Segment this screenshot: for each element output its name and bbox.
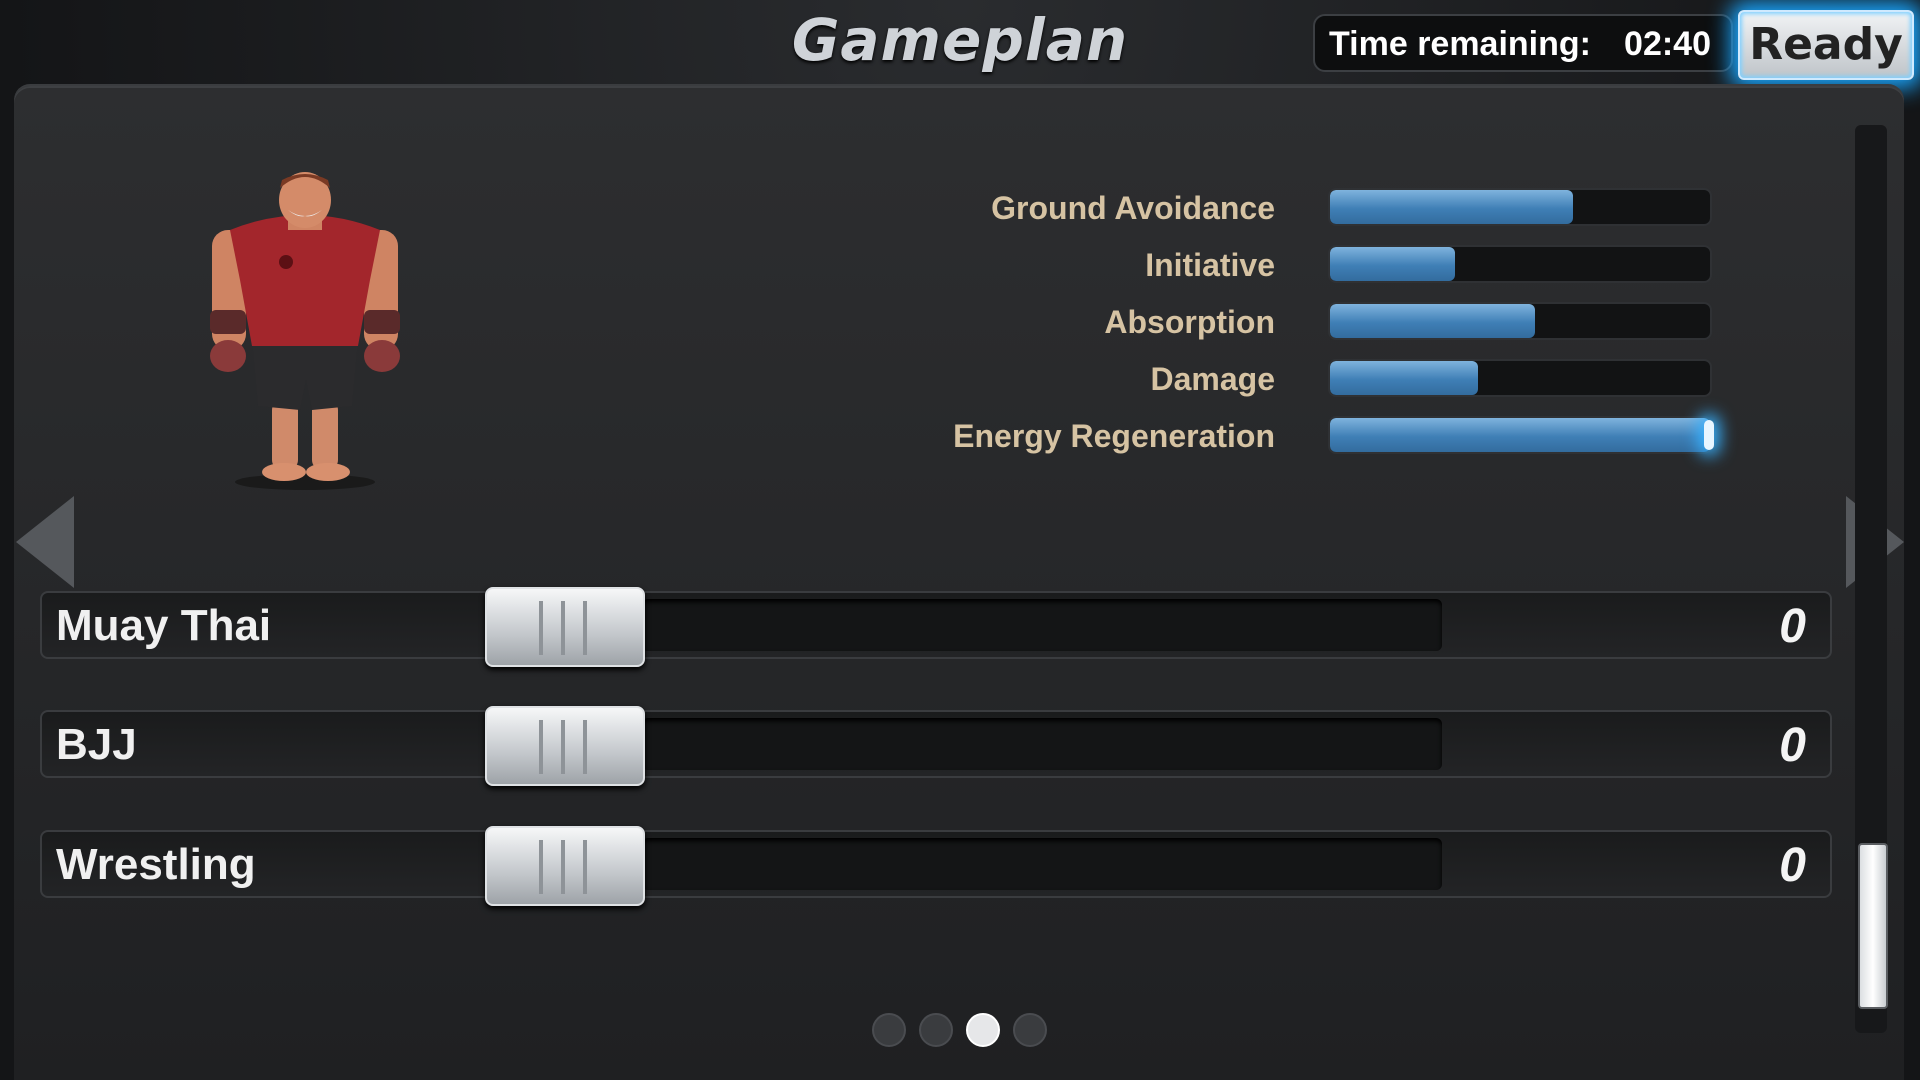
discipline-row-bjj: BJJ 0 <box>40 706 1832 786</box>
discipline-slider-track[interactable] <box>642 718 1442 770</box>
fighter-avatar <box>210 172 400 490</box>
discipline-name: Wrestling <box>56 840 256 889</box>
stat-bar-energy-regeneration <box>1328 416 1712 454</box>
stat-bar-ground-avoidance <box>1328 188 1712 226</box>
discipline-name: Muay Thai <box>56 601 272 650</box>
grip-line <box>561 720 565 774</box>
page-dot[interactable] <box>1013 1013 1047 1047</box>
discipline-name: BJJ <box>56 720 137 769</box>
arrow-left-icon[interactable] <box>16 496 74 588</box>
discipline-value: 0 <box>1779 719 1806 772</box>
grip-line <box>539 601 543 655</box>
grip-line <box>583 601 587 655</box>
stat-fill <box>1330 361 1479 395</box>
grip-line <box>561 601 565 655</box>
stat-fill <box>1330 247 1456 281</box>
page-dot-active[interactable] <box>966 1013 1000 1047</box>
stat-label-ground-avoidance: Ground Avoidance <box>991 190 1275 226</box>
grip-line <box>561 840 565 894</box>
discipline-row-muay-thai: Muay Thai 0 <box>40 587 1832 667</box>
discipline-slider-track[interactable] <box>642 838 1442 890</box>
stat-bar-glow-cap <box>1704 420 1714 450</box>
time-remaining-label: Time remaining: <box>1329 25 1591 63</box>
grip-line <box>539 840 543 894</box>
discipline-slider-handle[interactable] <box>485 706 645 786</box>
discipline-value: 0 <box>1779 600 1806 653</box>
scrollbar-thumb[interactable] <box>1858 843 1888 1009</box>
stat-label-damage: Damage <box>1150 361 1276 397</box>
grip-line <box>539 720 543 774</box>
grip-line <box>583 720 587 774</box>
stat-label-absorption: Absorption <box>1104 304 1275 340</box>
page-dot[interactable] <box>872 1013 906 1047</box>
stat-fill <box>1330 304 1536 338</box>
discipline-slider-handle[interactable] <box>485 826 645 906</box>
discipline-row-wrestling: Wrestling 0 <box>40 826 1832 906</box>
ready-button[interactable]: Ready <box>1738 10 1914 80</box>
discipline-slider-track[interactable] <box>642 599 1442 651</box>
page-dot[interactable] <box>919 1013 953 1047</box>
grip-line <box>583 840 587 894</box>
time-remaining-value: 02:40 <box>1624 25 1711 63</box>
discipline-slider-handle[interactable] <box>485 587 645 667</box>
stat-bar-absorption <box>1328 302 1712 340</box>
stat-fill <box>1330 190 1574 224</box>
time-remaining: Time remaining: 02:40 <box>1313 14 1733 72</box>
stat-label-initiative: Initiative <box>1145 247 1275 283</box>
stat-label-energy-regeneration: Energy Regeneration <box>953 418 1275 454</box>
stat-bar-damage <box>1328 359 1712 397</box>
stat-bar-initiative <box>1328 245 1712 283</box>
stat-fill <box>1330 418 1710 452</box>
discipline-value: 0 <box>1779 839 1806 892</box>
